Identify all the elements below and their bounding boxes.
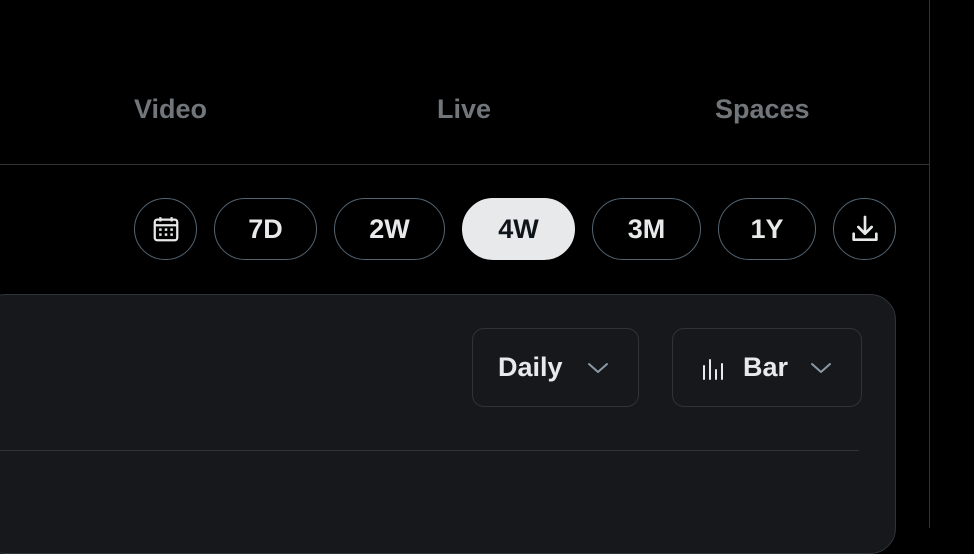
range-4w-button[interactable]: 4W <box>462 198 575 260</box>
range-1y-button[interactable]: 1Y <box>718 198 816 260</box>
interval-dropdown[interactable]: Daily <box>472 328 639 407</box>
range-2w-button[interactable]: 2W <box>334 198 445 260</box>
chart-type-dropdown-label: Bar <box>743 352 789 382</box>
tab-live[interactable]: Live <box>437 94 491 130</box>
calendar-icon <box>153 217 178 242</box>
range-3m-button[interactable]: 3M <box>592 198 701 260</box>
download-icon <box>851 215 878 241</box>
panel-divider <box>0 450 859 451</box>
column-divider <box>929 0 930 528</box>
calendar-button[interactable] <box>134 198 197 260</box>
tab-video[interactable]: Video <box>134 94 207 130</box>
media-tabs: Video Live Spaces <box>0 0 929 165</box>
download-button[interactable] <box>833 198 896 260</box>
range-7d-button[interactable]: 7D <box>214 198 317 260</box>
bar-chart-icon <box>703 359 723 380</box>
chevron-down-icon <box>811 363 831 373</box>
chart-type-dropdown[interactable]: Bar <box>672 328 862 407</box>
interval-dropdown-label: Daily <box>498 352 563 382</box>
chevron-down-icon <box>588 363 608 373</box>
tab-spaces[interactable]: Spaces <box>715 94 810 130</box>
